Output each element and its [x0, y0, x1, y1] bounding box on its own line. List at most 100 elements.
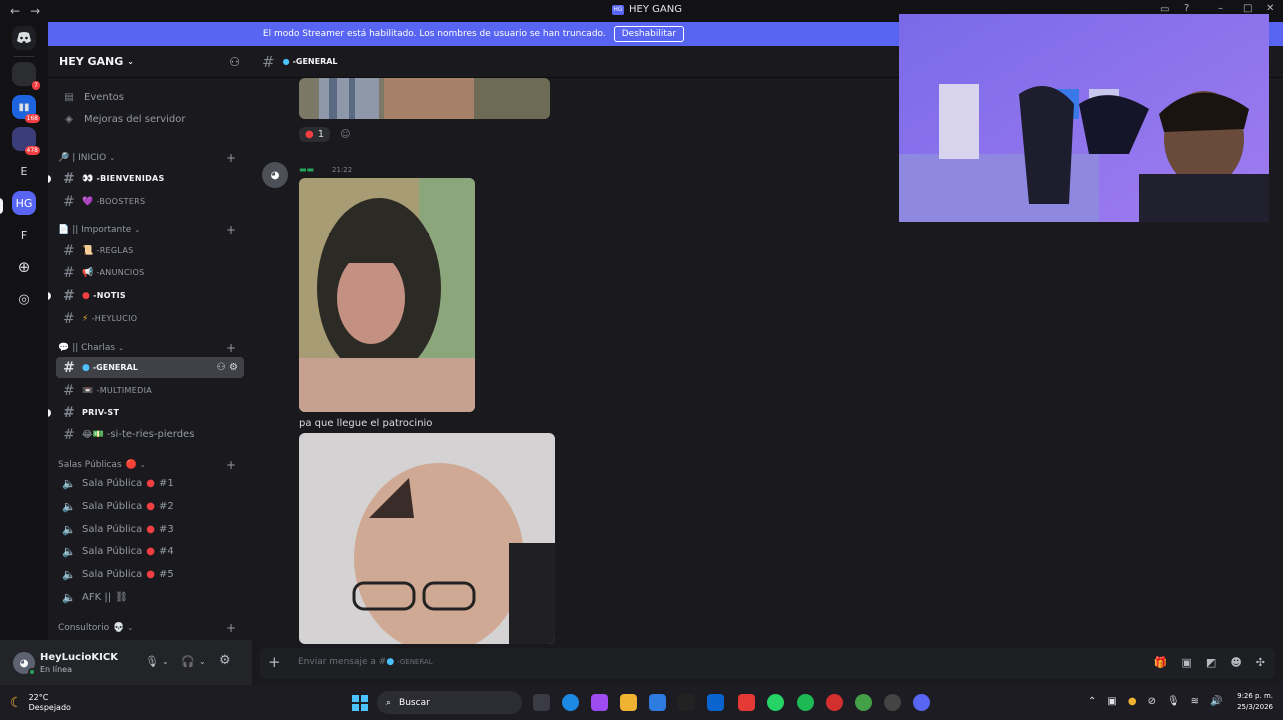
- channel-general[interactable]: # ● -GENERAL ⚇ ⚙: [56, 357, 244, 378]
- minimize-icon[interactable]: –: [1218, 3, 1223, 14]
- globe-emoji-icon: ●: [386, 657, 395, 667]
- forward-arrow-icon[interactable]: →: [30, 4, 40, 18]
- server-boost-item[interactable]: ◈ Mejoras del servidor: [56, 109, 244, 130]
- store-icon[interactable]: [649, 694, 666, 711]
- tray-app-icon[interactable]: ●: [1128, 696, 1137, 707]
- obs-icon[interactable]: [884, 694, 901, 711]
- server-icon-hg[interactable]: HG: [12, 191, 36, 215]
- channel-reglas[interactable]: # 📜 -REGLAS: [56, 240, 244, 261]
- create-channel-icon[interactable]: +: [226, 458, 236, 472]
- help-icon[interactable]: ?: [1184, 3, 1189, 14]
- taskbar-search[interactable]: ⌕ Buscar: [377, 691, 522, 714]
- headphones-icon[interactable]: 🎧: [181, 655, 195, 668]
- channel-boosters[interactable]: # 💜 -BOOSTERS: [56, 191, 244, 212]
- channel-priv-st[interactable]: # PRIV-ST: [56, 402, 244, 423]
- apps-icon[interactable]: ✣: [1256, 656, 1265, 669]
- disable-streamer-button[interactable]: Deshabilitar: [613, 26, 685, 42]
- emoji-icon[interactable]: ☻: [1230, 656, 1241, 669]
- channel-heylucio[interactable]: # ⚡ -HEYLUCIO: [56, 308, 244, 329]
- spotify-icon[interactable]: [797, 694, 814, 711]
- username[interactable]: HeyLucioKICK: [40, 652, 118, 663]
- category-importante[interactable]: 📄 || Importante ⌄ +: [58, 222, 242, 238]
- voice-channel-4[interactable]: 🔈 Sala Pública ● #4: [56, 541, 244, 562]
- back-arrow-icon[interactable]: ←: [10, 4, 20, 18]
- microphone-icon[interactable]: 🎙: [1167, 696, 1180, 707]
- server-header[interactable]: HEY GANG ⌄ ⚇: [48, 46, 252, 78]
- author-avatar[interactable]: ◕: [262, 162, 288, 188]
- server-icon-2[interactable]: ▮▮ 168: [12, 95, 40, 123]
- megaphone-emoji-icon: 📢: [82, 267, 94, 278]
- tray-app-icon[interactable]: ▣: [1107, 696, 1116, 707]
- clock[interactable]: 9:26 p. m. 25/3/2026: [1229, 691, 1273, 713]
- file-explorer-icon[interactable]: [620, 694, 637, 711]
- voice-channel-5[interactable]: 🔈 Sala Pública ● #5: [56, 564, 244, 585]
- discord-icon[interactable]: [913, 694, 930, 711]
- tray-app-icon[interactable]: ⊘: [1148, 696, 1156, 707]
- chrome-icon[interactable]: [855, 694, 872, 711]
- channel-notis[interactable]: # ● -NOTIS: [56, 285, 244, 306]
- create-channel-icon[interactable]: +: [226, 223, 236, 237]
- mail-icon[interactable]: [707, 694, 724, 711]
- add-server-icon[interactable]: ⊕: [12, 255, 36, 279]
- chevron-down-icon[interactable]: ⌄: [162, 657, 169, 666]
- task-view-icon[interactable]: [533, 694, 550, 711]
- create-channel-icon[interactable]: +: [226, 621, 236, 635]
- author-name[interactable]: ▬▬: [299, 165, 314, 174]
- close-icon[interactable]: ✕: [1266, 3, 1274, 14]
- gear-icon[interactable]: ⚙: [229, 362, 238, 373]
- category-salas[interactable]: Salas Públicas 🔴 ⌄ +: [58, 457, 242, 473]
- image-attachment[interactable]: [299, 178, 475, 412]
- maximize-icon[interactable]: □: [1243, 3, 1252, 14]
- create-channel-icon[interactable]: +: [226, 341, 236, 355]
- app-icon[interactable]: [678, 694, 695, 711]
- gift-icon[interactable]: 🎁: [1154, 656, 1168, 669]
- gif-icon[interactable]: ▣: [1182, 656, 1192, 669]
- direct-messages-icon[interactable]: [12, 26, 36, 50]
- invite-people-icon[interactable]: ⚇: [229, 55, 240, 69]
- start-button[interactable]: [352, 695, 368, 711]
- server-icon-f[interactable]: F: [12, 223, 36, 247]
- message-input[interactable]: + Enviar mensaje a #● -GENERAL 🎁 ▣ ◩ ☻ ✣: [260, 648, 1275, 679]
- channel-anuncios[interactable]: # 📢 -ANUNCIOS: [56, 262, 244, 283]
- invite-icon[interactable]: ⚇: [217, 362, 226, 373]
- create-channel-icon[interactable]: +: [226, 151, 236, 165]
- reaction[interactable]: ● 1 ☺: [299, 127, 351, 142]
- voice-channel-1[interactable]: 🔈 Sala Pública ● #1: [56, 473, 244, 494]
- category-charlas[interactable]: 💬 || Charlas ⌄ +: [58, 340, 242, 356]
- add-reaction-icon[interactable]: ☺: [340, 129, 350, 140]
- discover-icon[interactable]: ◎: [12, 287, 36, 311]
- server-icon-1[interactable]: 7: [12, 62, 40, 90]
- sticker-icon[interactable]: ◩: [1206, 656, 1216, 669]
- image-attachment[interactable]: [299, 433, 555, 644]
- gear-icon[interactable]: ⚙: [219, 653, 231, 668]
- reaction-count: 1: [317, 129, 325, 140]
- opera-icon[interactable]: [826, 694, 843, 711]
- volume-icon[interactable]: 🔊: [1210, 696, 1222, 707]
- voice-channel-2[interactable]: 🔈 Sala Pública ● #2: [56, 496, 244, 517]
- office-icon[interactable]: [738, 694, 755, 711]
- events-item[interactable]: ▤ Eventos: [56, 87, 244, 108]
- voice-channel-3[interactable]: 🔈 Sala Pública ● #3: [56, 519, 244, 540]
- channel-bienvenidas[interactable]: # 👀 -BIENVENIDAS: [56, 168, 244, 189]
- channel-si-te-ries[interactable]: # 😂💵 -si-te-ries-pierdes: [56, 424, 244, 445]
- server-icon-e[interactable]: E: [12, 159, 36, 183]
- wifi-icon[interactable]: ≋: [1191, 696, 1199, 707]
- channel-multimedia[interactable]: # 📼 -MULTIMEDIA: [56, 380, 244, 401]
- chevron-up-icon[interactable]: ⌃: [1088, 696, 1096, 707]
- voice-channel-afk[interactable]: 🔈 AFK || ⛓: [56, 587, 244, 608]
- chevron-down-icon[interactable]: ⌄: [199, 657, 206, 666]
- moon-icon: ☾: [10, 695, 23, 711]
- copilot-icon[interactable]: [591, 694, 608, 711]
- image-attachment[interactable]: [299, 78, 550, 119]
- category-inicio[interactable]: 🔎 | INICIO ⌄ +: [58, 150, 242, 166]
- microphone-icon[interactable]: 🎙: [145, 655, 159, 668]
- server-icon-3[interactable]: 478: [12, 127, 40, 155]
- edge-icon[interactable]: [562, 694, 579, 711]
- hash-icon: #: [62, 382, 76, 399]
- category-consultorio[interactable]: Consultorio 💀 ⌄ +: [58, 620, 242, 636]
- reaction-pill[interactable]: ● 1: [299, 127, 331, 142]
- whatsapp-icon[interactable]: [767, 694, 784, 711]
- weather-widget[interactable]: ☾ 22°C Despejado: [10, 693, 71, 713]
- add-attachment-icon[interactable]: +: [268, 653, 281, 671]
- heart-emoji-icon: 💜: [82, 196, 94, 207]
